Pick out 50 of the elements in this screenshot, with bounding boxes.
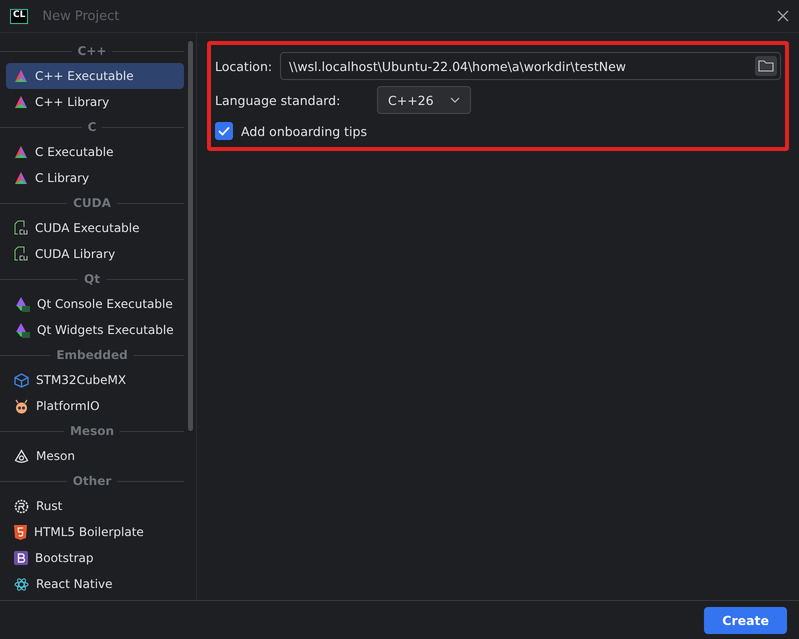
create-button[interactable]: Create <box>704 606 787 634</box>
close-icon[interactable] <box>777 10 789 22</box>
group-header: Embedded <box>50 348 134 362</box>
scrollbar[interactable] <box>188 41 193 431</box>
atom-icon <box>14 576 29 592</box>
chevron-down-icon <box>450 97 460 103</box>
project-type-item[interactable]: Rust <box>6 493 184 519</box>
location-label: Location: <box>215 58 274 74</box>
triangle-icon <box>14 145 28 159</box>
file-icon <box>14 246 28 262</box>
project-type-item[interactable]: PlatformIO <box>6 393 184 419</box>
triangle-icon <box>14 296 30 312</box>
project-type-item[interactable]: HTML5 Boilerplate <box>6 519 184 545</box>
shield-icon <box>14 524 27 540</box>
project-type-item[interactable]: STM32CubeMX <box>6 367 184 393</box>
project-type-item[interactable]: Bootstrap <box>6 545 184 571</box>
group-header: Qt <box>78 272 106 286</box>
project-type-item[interactable]: C Executable <box>6 139 184 165</box>
square-b-icon <box>14 551 28 565</box>
location-field[interactable]: \\wsl.localhost\Ubuntu-22.04\home\a\workdir\testNew <box>280 52 781 80</box>
folder-icon[interactable] <box>755 56 777 76</box>
ant-head-icon <box>14 398 29 414</box>
triangle-icon <box>14 69 28 83</box>
project-type-item[interactable]: C++ Library <box>6 89 184 115</box>
checkbox-label: Add onboarding tips <box>241 124 367 138</box>
window-title: New Project <box>42 8 120 24</box>
checkbox[interactable] <box>215 122 233 140</box>
language-standard-dropdown[interactable]: C++26 <box>377 86 471 114</box>
project-type-item[interactable]: CUDA Executable <box>6 215 184 241</box>
group-header: C <box>82 120 102 134</box>
project-type-item[interactable]: Qt Widgets Executable <box>6 317 184 343</box>
triangle-icon <box>14 95 28 109</box>
meson-icon <box>14 448 29 464</box>
project-type-item[interactable]: C++ Executable <box>6 63 184 89</box>
project-type-item[interactable]: CUDA Library <box>6 241 184 267</box>
project-type-item[interactable]: React Native <box>6 571 184 597</box>
cube-icon <box>14 372 29 388</box>
triangle-icon <box>14 322 30 338</box>
gear-icon <box>14 498 29 514</box>
file-icon <box>14 220 28 236</box>
project-type-item[interactable]: Meson <box>6 443 184 469</box>
project-type-item[interactable]: Qt Console Executable <box>6 291 184 317</box>
app-logo: CL <box>10 8 28 24</box>
group-header: CUDA <box>67 196 117 210</box>
group-header: Other <box>66 474 118 488</box>
group-header: C++ <box>72 44 112 58</box>
group-header: Meson <box>64 424 120 438</box>
project-type-item[interactable]: C Library <box>6 165 184 191</box>
triangle-icon <box>14 171 28 185</box>
language-standard-label: Language standard: <box>215 92 342 108</box>
